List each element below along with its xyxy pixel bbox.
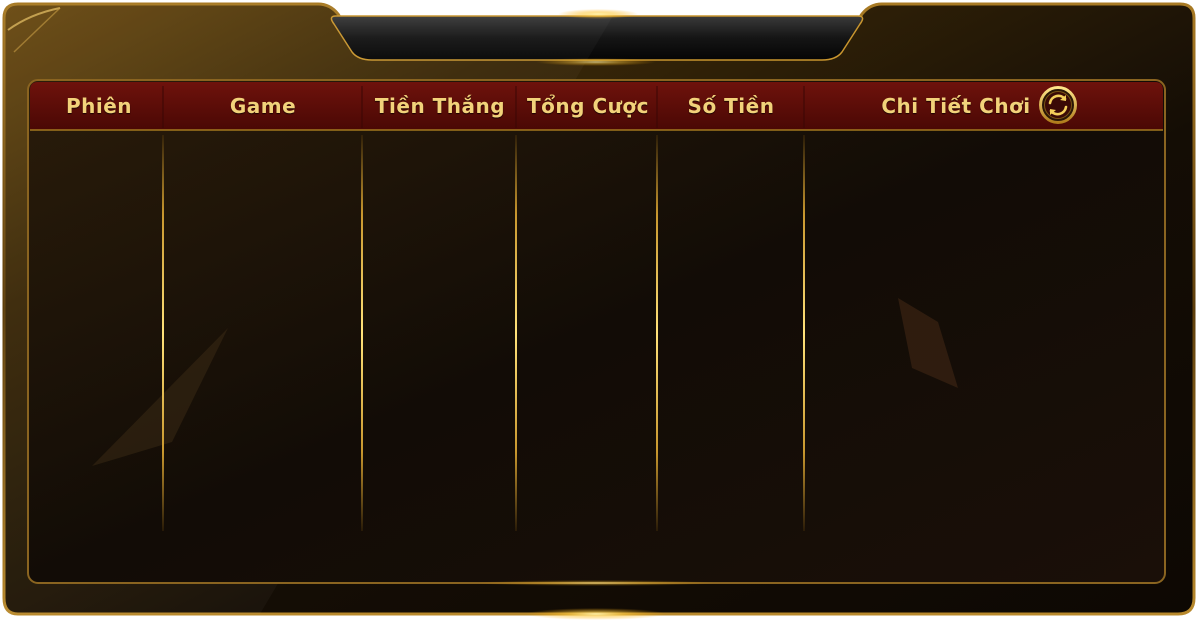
refresh-icon [1039,86,1077,124]
column-divider [803,135,805,531]
column-header-phien: Phiên [65,94,133,118]
column-divider [361,135,363,531]
column-header-tien-thang: Tiền Thắng [374,94,506,118]
column-header-game: Game [229,94,297,118]
column-divider [515,135,517,531]
column-header-tong-cuoc: Tổng Cược [527,94,649,118]
column-header-so-tien: Số Tiền [687,94,775,118]
table-header: Phiên Game Tiền Thắng Tổng Cược Số Tiền … [31,82,1162,130]
refresh-button[interactable] [1039,86,1077,124]
column-divider [162,135,164,531]
history-panel: Phiên Game Tiền Thắng Tổng Cược Số Tiền … [0,0,1197,632]
column-header-chi-tiet-choi: Chi Tiết Chơi [881,94,1031,118]
table-body [31,131,1162,581]
column-divider [656,135,658,531]
